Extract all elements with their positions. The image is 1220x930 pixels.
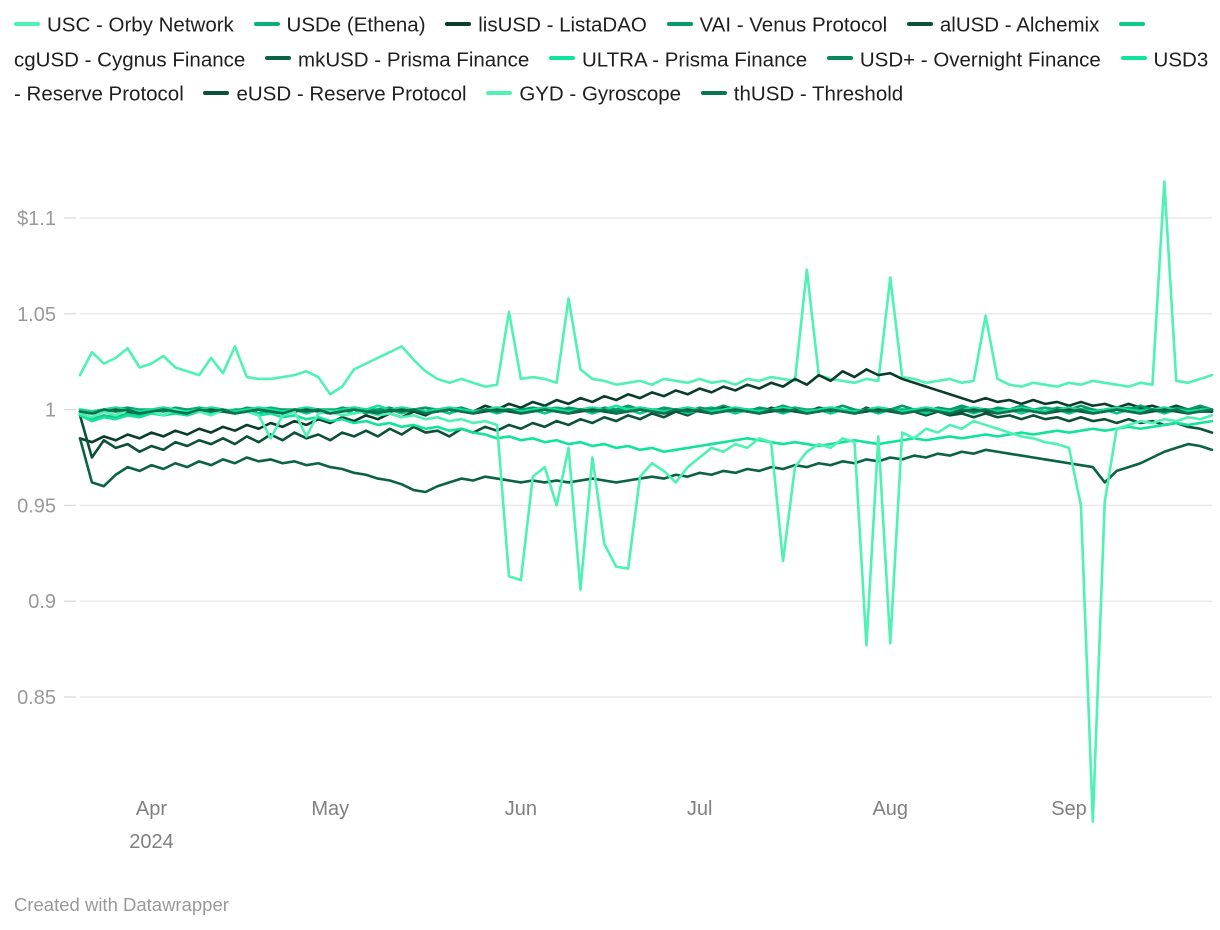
legend-item-label: USD+ - Overnight Finance [859, 48, 1101, 72]
series-line[interactable] [78, 437, 1214, 494]
legend-item-label: mkUSD - Prisma Finance [298, 48, 530, 72]
legend-item-label: cgUSD - Cygnus Finance [14, 48, 246, 72]
legend-item-label: USC - Orby Network [47, 13, 234, 37]
legend-color-swatch-icon [666, 21, 693, 26]
series-line[interactable] [78, 180, 1214, 396]
legend-item-label: GYD - Gyroscope [519, 82, 682, 106]
legend-item[interactable]: VAI - Venus Protocol [666, 13, 888, 37]
y-tick-label: 0.85 [17, 687, 56, 709]
legend-item[interactable]: mkUSD - Prisma Finance [265, 48, 529, 71]
legend-item[interactable]: thUSD - Threshold [700, 82, 904, 106]
legend-item-label: thUSD - Threshold [733, 82, 904, 106]
x-tick-label: Jul [687, 798, 713, 820]
x-tick-label: Apr [136, 798, 167, 820]
legend-item-label: lisUSD - ListaDAO [478, 13, 647, 37]
legend-item[interactable]: eUSD - Reserve Protocol [203, 82, 467, 106]
plot-svg: $1.1 1.05 1 0.95 0.9 0.85 Apr 2024 May Jun Jul Aug… [17, 180, 1214, 853]
series-line[interactable] [78, 408, 1214, 823]
legend-color-swatch-icon [486, 90, 513, 95]
x-tick-label: Aug [872, 798, 908, 820]
legend-item-label: VAI - Venus Protocol [699, 13, 888, 37]
legend-item[interactable]: GYD - Gyroscope [486, 82, 682, 106]
y-axis-labels: $1.1 1.05 1 0.95 0.9 0.85 [17, 208, 56, 709]
x-tick-year-label: 2024 [129, 831, 174, 853]
y-tick-label: 0.9 [28, 591, 56, 613]
legend-color-swatch-icon [700, 90, 727, 95]
y-tick-label: 0.95 [17, 495, 56, 517]
y-tick-label: 1 [45, 400, 56, 422]
legend-item-label: ULTRA - Prisma Finance [581, 48, 808, 72]
x-tick-label: Jun [505, 798, 537, 820]
legend-item[interactable]: lisUSD - ListaDAO [445, 13, 647, 37]
x-tick-label: May [311, 798, 349, 820]
legend-color-swatch-icon [548, 56, 575, 61]
legend-item-label: eUSD - Reserve Protocol [236, 82, 467, 106]
legend-color-swatch-icon [826, 56, 853, 61]
legend-item[interactable]: ULTRA - Prisma Finance [548, 48, 808, 72]
legend-color-swatch-icon [1119, 21, 1146, 26]
legend-color-swatch-icon [445, 21, 472, 26]
legend-color-swatch-icon [14, 21, 40, 26]
legend-color-swatch-icon [203, 90, 230, 95]
datawrapper-line-chart: USC - Orby Network USDe (Ethena) lisUSD … [0, 0, 1220, 930]
legend-item[interactable]: USDe (Ethena) [253, 13, 426, 37]
chart-legend: USC - Orby Network USDe (Ethena) lisUSD … [14, 8, 1214, 112]
legend-color-swatch-icon [253, 21, 280, 26]
legend-item-label: alUSD - Alchemix [939, 13, 1100, 37]
legend-color-swatch-icon [906, 21, 933, 26]
legend-item[interactable]: alUSD - Alchemix [906, 13, 1100, 37]
x-tick-label: Sep [1051, 798, 1087, 820]
series-lines [78, 180, 1214, 823]
chart-credit: Created with Datawrapper [14, 894, 229, 915]
legend-color-swatch-icon [265, 56, 291, 61]
legend-item[interactable]: USD+ - Overnight Finance [826, 48, 1101, 72]
plot-area: $1.1 1.05 1 0.95 0.9 0.85 Apr 2024 May Jun Jul Aug… [0, 170, 1220, 870]
series-line[interactable] [78, 368, 1214, 444]
y-tick-label: 1.05 [17, 304, 56, 326]
x-axis-labels: Apr 2024 May Jun Jul Aug Sep [129, 798, 1087, 853]
y-tick-label: $1.1 [17, 208, 56, 230]
legend-color-swatch-icon [1120, 56, 1147, 61]
legend-item-label: USDe (Ethena) [286, 13, 426, 37]
legend-item[interactable]: USC - Orby Network [14, 13, 234, 37]
